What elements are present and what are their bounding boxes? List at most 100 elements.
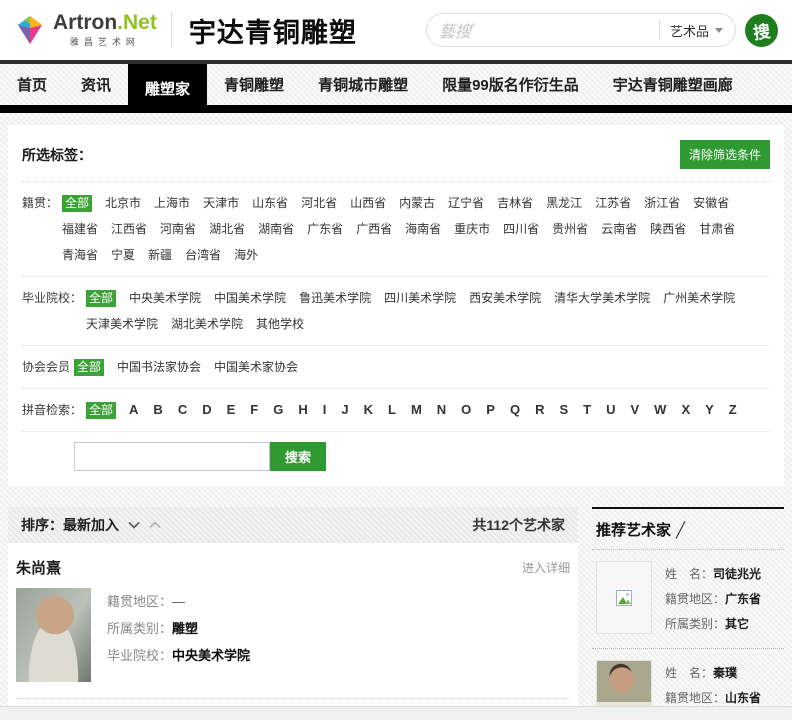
- filter-option[interactable]: 安徽省: [693, 190, 729, 216]
- nav-item[interactable]: 资讯: [64, 64, 128, 105]
- nav-item[interactable]: 青铜雕塑: [207, 64, 301, 105]
- filter-option[interactable]: E: [227, 397, 236, 423]
- filter-option[interactable]: 吉林省: [497, 190, 533, 216]
- filter-option[interactable]: 湖北省: [209, 216, 245, 242]
- filter-option-all-selected[interactable]: 全部: [74, 359, 104, 376]
- filter-option[interactable]: A: [129, 397, 138, 423]
- filter-option[interactable]: 河南省: [160, 216, 196, 242]
- filter-option[interactable]: 广东省: [307, 216, 343, 242]
- sort-desc-icon[interactable]: [128, 521, 140, 529]
- filter-option[interactable]: 山东省: [252, 190, 288, 216]
- filter-option[interactable]: 中国书法家协会: [117, 354, 201, 380]
- filter-option[interactable]: 湖北美术学院: [171, 311, 243, 337]
- nav-item[interactable]: 青铜城市雕塑: [301, 64, 425, 105]
- filter-option[interactable]: 贵州省: [552, 216, 588, 242]
- filter-option[interactable]: K: [364, 397, 373, 423]
- filter-option[interactable]: T: [583, 397, 591, 423]
- artist-photo[interactable]: [16, 588, 91, 682]
- field-label: 所属类别：: [107, 621, 172, 636]
- filter-option[interactable]: S: [559, 397, 568, 423]
- filter-option[interactable]: N: [437, 397, 446, 423]
- recommended-title: 推荐艺术家: [596, 522, 671, 539]
- filter-option[interactable]: 广西省: [356, 216, 392, 242]
- filter-option[interactable]: C: [178, 397, 187, 423]
- filter-option[interactable]: 甘肃省: [699, 216, 735, 242]
- filter-option[interactable]: Q: [510, 397, 520, 423]
- filter-option-all-selected[interactable]: 全部: [62, 195, 92, 212]
- filter-option[interactable]: J: [341, 397, 348, 423]
- filter-option[interactable]: 中国美术学院: [214, 285, 286, 311]
- filter-option[interactable]: 福建省: [62, 216, 98, 242]
- sort-asc-icon[interactable]: [149, 521, 161, 529]
- field-value: 其它: [725, 617, 749, 631]
- filter-option[interactable]: 山西省: [350, 190, 386, 216]
- filter-option[interactable]: M: [411, 397, 422, 423]
- filter-option[interactable]: 其他学校: [256, 311, 304, 337]
- artist-search-input[interactable]: [74, 442, 270, 471]
- filter-option[interactable]: 新疆: [148, 242, 172, 268]
- filter-search-button[interactable]: 搜索: [270, 442, 326, 471]
- filter-option[interactable]: 中央美术学院: [129, 285, 201, 311]
- header-search-box[interactable]: 藝搜° 艺术品: [426, 13, 736, 47]
- brand-suffix: .Net: [117, 11, 157, 34]
- filter-option[interactable]: W: [654, 397, 666, 423]
- filter-option[interactable]: L: [388, 397, 396, 423]
- filter-option[interactable]: G: [273, 397, 283, 423]
- nav-item[interactable]: 雕塑家: [128, 64, 207, 113]
- recommended-artist-photo[interactable]: [596, 561, 652, 634]
- filter-option[interactable]: D: [202, 397, 211, 423]
- artron-logo[interactable]: Artron.Net 雅昌艺术网: [14, 12, 157, 48]
- filter-option[interactable]: 海外: [234, 242, 258, 268]
- filter-option[interactable]: 江苏省: [595, 190, 631, 216]
- chevron-down-icon[interactable]: [715, 28, 723, 33]
- filter-option[interactable]: 云南省: [601, 216, 637, 242]
- filter-option[interactable]: P: [486, 397, 495, 423]
- search-category-dropdown[interactable]: 艺术品: [670, 21, 709, 40]
- nav-item[interactable]: 宇达青铜雕塑画廊: [596, 64, 750, 105]
- filter-option[interactable]: 青海省: [62, 242, 98, 268]
- filter-option[interactable]: 黑龙江: [546, 190, 582, 216]
- filter-option[interactable]: O: [461, 397, 471, 423]
- filter-option[interactable]: U: [606, 397, 615, 423]
- filter-option[interactable]: 河北省: [301, 190, 337, 216]
- filter-option[interactable]: 台湾省: [185, 242, 221, 268]
- filter-option[interactable]: R: [535, 397, 544, 423]
- filter-option[interactable]: 江西省: [111, 216, 147, 242]
- filter-option[interactable]: X: [681, 397, 690, 423]
- filter-option[interactable]: V: [631, 397, 640, 423]
- filter-option[interactable]: 重庆市: [454, 216, 490, 242]
- filter-option[interactable]: 西安美术学院: [469, 285, 541, 311]
- filter-option[interactable]: Y: [705, 397, 714, 423]
- filter-option[interactable]: 内蒙古: [399, 190, 435, 216]
- clear-filters-button[interactable]: 清除筛选条件: [680, 140, 770, 169]
- detail-link[interactable]: 进入详细: [522, 559, 570, 576]
- filter-option[interactable]: 浙江省: [644, 190, 680, 216]
- filter-option[interactable]: 天津美术学院: [86, 311, 158, 337]
- filter-option[interactable]: 海南省: [405, 216, 441, 242]
- filter-option[interactable]: 天津市: [203, 190, 239, 216]
- filter-option[interactable]: 湖南省: [258, 216, 294, 242]
- filter-option[interactable]: 中国美术家协会: [214, 354, 298, 380]
- filter-option[interactable]: 清华大学美术学院: [554, 285, 650, 311]
- filter-option-all-selected[interactable]: 全部: [86, 402, 116, 419]
- nav-item[interactable]: 首页: [0, 64, 64, 105]
- filter-option[interactable]: 上海市: [154, 190, 190, 216]
- filter-option[interactable]: 四川省: [503, 216, 539, 242]
- header-search-button[interactable]: 搜: [745, 14, 778, 47]
- filter-option[interactable]: 鲁迅美术学院: [299, 285, 371, 311]
- filter-option[interactable]: 陕西省: [650, 216, 686, 242]
- filter-option[interactable]: F: [250, 397, 258, 423]
- filter-option-all-selected[interactable]: 全部: [86, 290, 116, 307]
- nav-item[interactable]: 限量99版名作衍生品: [425, 64, 596, 105]
- filter-option[interactable]: 宁夏: [111, 242, 135, 268]
- filter-option[interactable]: 北京市: [105, 190, 141, 216]
- search-placeholder: 藝搜°: [439, 18, 653, 42]
- artist-name[interactable]: 朱尚熹: [16, 557, 61, 578]
- filter-option[interactable]: B: [153, 397, 162, 423]
- filter-option[interactable]: I: [323, 397, 327, 423]
- filter-option[interactable]: 四川美术学院: [384, 285, 456, 311]
- filter-option[interactable]: H: [298, 397, 307, 423]
- filter-option[interactable]: 广州美术学院: [663, 285, 735, 311]
- filter-option[interactable]: Z: [729, 397, 737, 423]
- filter-option[interactable]: 辽宁省: [448, 190, 484, 216]
